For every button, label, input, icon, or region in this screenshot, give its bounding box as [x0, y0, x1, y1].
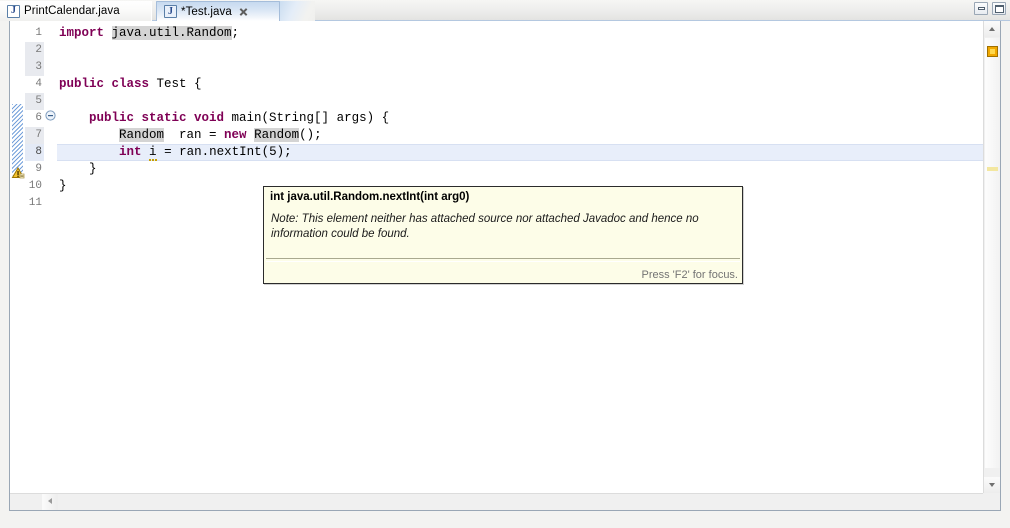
line-number: 2 [25, 42, 44, 59]
triangle-left-icon [48, 498, 52, 504]
close-icon[interactable] [238, 6, 249, 17]
minimize-button[interactable] [974, 2, 988, 15]
vertical-scrollbar[interactable] [983, 21, 1000, 493]
line-number: 3 [25, 59, 44, 76]
code-line[interactable]: public class Test { [57, 76, 983, 93]
triangle-down-icon [989, 483, 995, 487]
overview-warning-marker[interactable] [987, 46, 998, 57]
annotation-ruler[interactable] [10, 21, 25, 510]
tooltip-separator [266, 258, 740, 262]
line-number: 11 [28, 197, 42, 209]
line-number: 9 [35, 163, 42, 175]
bottom-frame-strip [0, 511, 1010, 528]
triangle-up-icon [989, 27, 995, 31]
line-number: 10 [28, 180, 42, 192]
code-line[interactable] [57, 93, 983, 110]
javadoc-hover-tooltip: int java.util.Random.nextInt(int arg0) N… [263, 186, 743, 284]
eclipse-editor-window: J PrintCalendar.java J *Test.java 1 2 3 … [0, 0, 1010, 528]
line-number: 4 [35, 78, 42, 90]
tab-tail-decoration [279, 1, 315, 21]
window-controls [974, 2, 1006, 15]
line-number: 7 [25, 127, 44, 144]
maximize-icon [995, 5, 1004, 13]
scroll-left-button[interactable] [42, 494, 58, 510]
folding-ruler[interactable] [44, 21, 58, 510]
code-line[interactable] [57, 42, 983, 59]
vertical-scroll-thumb[interactable] [985, 38, 1000, 468]
warning-icon[interactable] [11, 166, 26, 181]
java-source-editor[interactable]: 1 2 3 4 5 6 7 8 9 10 11 import java.util… [9, 21, 1001, 511]
code-line[interactable] [57, 59, 983, 76]
tooltip-signature: int java.util.Random.nextInt(int arg0) [270, 191, 470, 203]
tooltip-message: Note: This element neither has attached … [271, 213, 699, 240]
editor-tab-bar: J PrintCalendar.java J *Test.java [0, 0, 1010, 21]
left-frame-strip [0, 21, 9, 511]
fold-collapse-icon[interactable] [45, 110, 56, 121]
line-number: 6 [35, 112, 42, 124]
scrollbar-corner [983, 493, 1000, 510]
line-number: 8 [25, 144, 44, 161]
overview-line-warning-marker[interactable] [987, 167, 998, 171]
tab-label: *Test.java [181, 5, 232, 18]
tooltip-footer-hint: Press 'F2' for focus. [641, 269, 738, 281]
code-line[interactable]: Random ran = new Random(); [57, 127, 983, 144]
code-line-current[interactable]: int i = ran.nextInt(5); [57, 144, 983, 161]
code-line[interactable]: } [57, 161, 983, 178]
code-line[interactable]: public static void main(String[] args) { [57, 110, 983, 127]
minimize-icon [978, 7, 985, 10]
maximize-button[interactable] [992, 2, 1006, 15]
line-number-ruler: 1 2 3 4 5 6 7 8 9 10 11 [25, 21, 44, 510]
line-number: 5 [25, 93, 44, 110]
scroll-up-button[interactable] [984, 21, 1000, 37]
horizontal-scrollbar[interactable] [10, 493, 983, 510]
scroll-down-button[interactable] [984, 477, 1000, 493]
line-number: 1 [35, 27, 42, 39]
code-line[interactable]: import java.util.Random; [57, 25, 983, 42]
java-file-icon: J [7, 4, 20, 18]
code-text-area[interactable]: import java.util.Random; public class Te… [57, 21, 983, 493]
tab-test-java[interactable]: J *Test.java [156, 1, 280, 21]
java-file-icon: J [164, 5, 177, 18]
right-frame-strip [1001, 21, 1010, 511]
tab-label: PrintCalendar.java [24, 5, 120, 17]
tab-printcalendar-java[interactable]: J PrintCalendar.java [0, 1, 152, 21]
